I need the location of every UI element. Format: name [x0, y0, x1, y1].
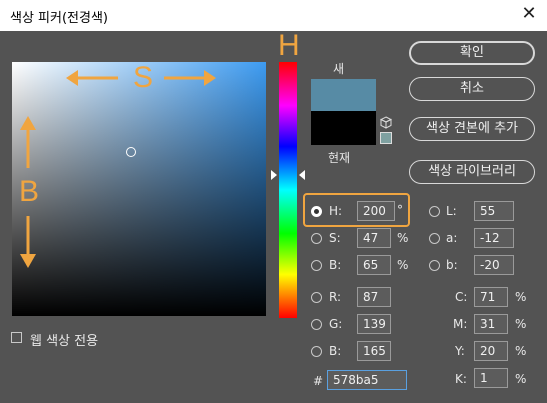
red-radio[interactable]: [311, 292, 322, 303]
cyan-unit: %: [515, 290, 527, 304]
green-label: G:: [329, 317, 343, 331]
hue-unit: °: [397, 203, 403, 217]
brightness-input[interactable]: 65: [357, 255, 391, 275]
brightness-letter: B: [19, 175, 40, 208]
magenta-unit: %: [515, 317, 527, 331]
cyan-label: C:: [455, 290, 468, 304]
a-channel-input[interactable]: -12: [474, 228, 514, 248]
a-channel-label: a:: [446, 231, 458, 245]
lightness-input[interactable]: 55: [474, 201, 514, 221]
black-unit: %: [515, 372, 527, 386]
brightness-label: B:: [329, 258, 342, 272]
cancel-button[interactable]: 취소: [409, 77, 535, 101]
current-color-label: 현재: [328, 151, 351, 165]
magenta-input[interactable]: 31: [474, 314, 508, 334]
saturation-label: S:: [329, 231, 341, 245]
yellow-input[interactable]: 20: [474, 341, 508, 361]
hue-radio[interactable]: [311, 206, 322, 217]
brightness-unit: %: [397, 258, 409, 272]
hue-slider-left-marker[interactable]: [271, 170, 277, 180]
color-libraries-button[interactable]: 색상 라이브러리: [409, 160, 535, 184]
hue-label: H:: [329, 204, 343, 218]
window-title: 색상 피커(전경색): [10, 11, 108, 26]
lightness-radio[interactable]: [429, 206, 440, 217]
saturation-letter: S: [133, 61, 154, 94]
current-color-swatch[interactable]: [311, 111, 376, 145]
hue-input[interactable]: 200: [357, 201, 395, 221]
lightness-label: L:: [446, 204, 457, 218]
black-label: K:: [455, 372, 467, 386]
green-input[interactable]: 139: [357, 314, 391, 334]
yellow-label: Y:: [455, 344, 465, 358]
a-channel-radio[interactable]: [429, 233, 440, 244]
out-of-gamut-cube-icon[interactable]: [380, 116, 392, 129]
red-input[interactable]: 87: [357, 287, 391, 307]
b-channel-radio[interactable]: [429, 260, 440, 271]
close-icon[interactable]: ✕: [518, 3, 540, 25]
b-channel-label: b:: [446, 258, 458, 272]
saturation-radio[interactable]: [311, 233, 322, 244]
hue-slider-right-marker[interactable]: [299, 170, 305, 180]
web-colors-only-checkbox[interactable]: [11, 332, 22, 343]
blue-input[interactable]: 165: [357, 341, 391, 361]
hue-slider[interactable]: [279, 62, 297, 318]
brightness-radio[interactable]: [311, 260, 322, 271]
color-field-cursor[interactable]: [126, 147, 136, 157]
ok-button[interactable]: 확인: [409, 41, 535, 65]
add-to-swatches-button[interactable]: 색상 견본에 추가: [409, 117, 535, 141]
hex-label: #: [313, 374, 324, 388]
saturation-brightness-field[interactable]: [12, 62, 266, 316]
web-colors-only-label: 웹 색상 전용: [30, 334, 99, 349]
magenta-label: M:: [453, 317, 468, 331]
blue-label: B:: [329, 344, 342, 358]
blue-radio[interactable]: [311, 346, 322, 357]
yellow-unit: %: [515, 344, 527, 358]
red-label: R:: [329, 290, 342, 304]
saturation-input[interactable]: 47: [357, 228, 391, 248]
hex-input[interactable]: 578ba5: [327, 370, 407, 390]
green-radio[interactable]: [311, 319, 322, 330]
web-safe-swatch[interactable]: [380, 132, 392, 144]
black-input[interactable]: 1: [474, 368, 508, 388]
new-color-swatch: [311, 79, 376, 111]
title-bar: 색상 피커(전경색) ✕: [0, 0, 547, 31]
cyan-input[interactable]: 71: [474, 287, 508, 307]
new-color-label: 새: [333, 62, 345, 76]
hue-letter: H: [278, 29, 300, 62]
b-channel-input[interactable]: -20: [474, 255, 514, 275]
saturation-unit: %: [397, 231, 409, 245]
